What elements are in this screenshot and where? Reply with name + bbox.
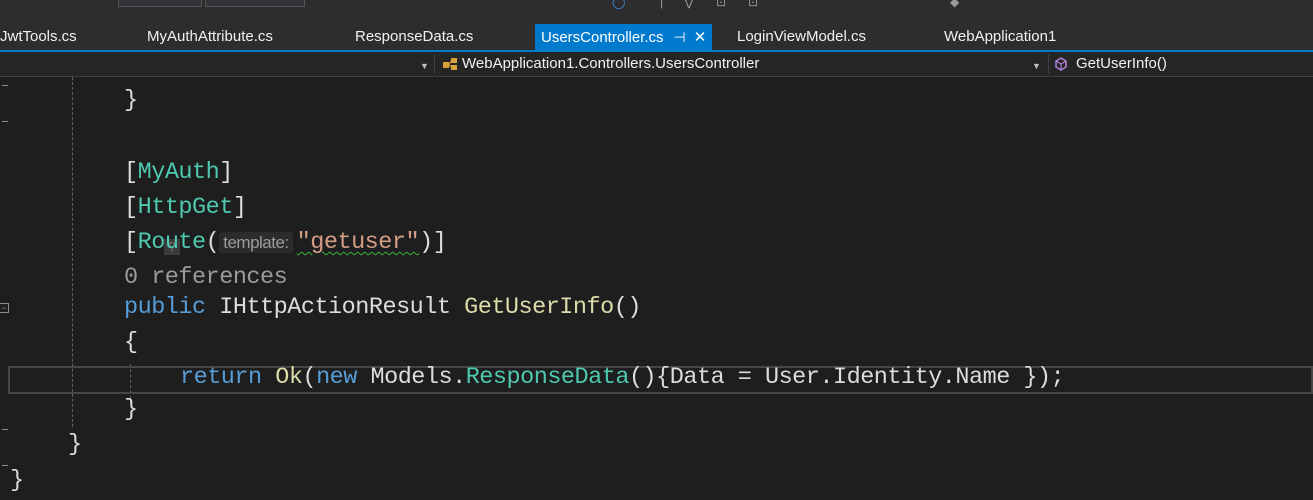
codelens-references[interactable]: 0 references xyxy=(124,264,288,291)
member-text: GetUserInfo() xyxy=(1076,55,1167,72)
navigation-bar: ▼ WebApplication1.Controllers.UsersContr… xyxy=(0,52,1313,77)
tab-label: JwtTools.cs xyxy=(0,28,77,45)
gutter-marker xyxy=(2,429,8,430)
class-icon xyxy=(443,58,457,70)
document-tab-bar: JwtTools.cs MyAuthAttribute.cs ResponseD… xyxy=(0,24,1313,50)
code-token: } xyxy=(10,467,24,494)
member-dropdown[interactable]: GetUserInfo() xyxy=(1052,54,1313,74)
code-token: ResponseData xyxy=(465,364,630,391)
code-token: {Data = User.Identity.Name }); xyxy=(656,364,1065,391)
tab-label: UsersController.cs xyxy=(541,29,664,46)
dropdown-arrow-icon: ▼ xyxy=(1032,61,1041,71)
toolbar-icon[interactable]: ⊡ xyxy=(716,0,726,8)
code-token: HttpGet xyxy=(137,194,234,221)
tab-jwttools[interactable]: JwtTools.cs xyxy=(0,24,77,50)
code-token: } xyxy=(124,87,138,114)
class-dropdown[interactable]: WebApplication1.Controllers.UsersControl… xyxy=(440,54,1049,74)
code-line-close-method: } xyxy=(124,396,138,423)
toolbar-refresh-icon[interactable]: ◯ xyxy=(612,0,625,8)
toolbar-icon[interactable]: ⊡ xyxy=(748,0,758,8)
toolbar: ◯ | ⋁ ⊡ ⊡ ◆ xyxy=(0,0,1313,24)
project-dropdown[interactable]: ▼ xyxy=(0,54,435,74)
pin-icon[interactable]: ⊣ xyxy=(674,24,686,50)
gutter-marker xyxy=(2,465,8,466)
tab-label: WebApplication1 xyxy=(944,28,1057,45)
gutter-marker xyxy=(2,85,8,86)
tab-label: LoginViewModel.cs xyxy=(737,28,866,45)
code-token: new xyxy=(316,364,357,391)
references-text: 0 references xyxy=(124,264,288,291)
toolbar-dropdown[interactable] xyxy=(118,0,202,7)
tab-myauthattribute[interactable]: MyAuthAttribute.cs xyxy=(147,24,273,50)
toolbar-icon[interactable]: | xyxy=(660,0,663,8)
tab-loginviewmodel[interactable]: LoginViewModel.cs xyxy=(737,24,866,50)
tab-label: ResponseData.cs xyxy=(355,28,474,45)
code-line-attr-myauth: [MyAuth] xyxy=(124,159,233,186)
code-token: Route xyxy=(137,229,207,256)
tab-responsedata[interactable]: ResponseData.cs xyxy=(355,24,473,50)
toolbar-dropdown[interactable] xyxy=(205,0,305,7)
code-token: } xyxy=(124,396,138,423)
code-line-attr-httpget: [HttpGet] xyxy=(124,194,247,221)
code-token: Ok xyxy=(275,364,303,391)
code-line-return: return Ok(new Models.ResponseData(){Data… xyxy=(180,364,1065,391)
fold-icon[interactable]: − xyxy=(0,303,9,313)
tab-label: MyAuthAttribute.cs xyxy=(147,28,273,45)
code-editor[interactable]: − } [MyAuth] [HttpGet] ⚲ [Route(template… xyxy=(0,77,1313,500)
gutter-marker xyxy=(2,121,8,122)
code-token: GetUserInfo xyxy=(464,294,614,321)
code-line-open-brace: { xyxy=(124,329,138,356)
code-line-attr-route: [Route(template: "getuser")] xyxy=(124,229,447,256)
code-token: public xyxy=(124,294,206,321)
code-line-method-signature: public IHttpActionResult GetUserInfo() xyxy=(124,294,641,321)
code-line-brace: } xyxy=(124,87,138,114)
close-icon[interactable]: ✕ xyxy=(694,25,707,51)
code-token: return xyxy=(180,364,262,391)
toolbar-icon[interactable]: ⋁ xyxy=(684,0,694,8)
code-line-close-namespace: } xyxy=(10,467,24,494)
code-token: IHttpActionResult xyxy=(219,294,451,321)
code-token: } xyxy=(68,431,82,458)
toolbar-icon[interactable]: ◆ xyxy=(950,0,959,8)
code-token: "getuser" xyxy=(296,229,420,256)
tab-webapplication1[interactable]: WebApplication1 xyxy=(944,24,1056,50)
method-icon xyxy=(1055,57,1067,71)
code-token: { xyxy=(124,329,138,356)
parameter-hint: template: xyxy=(219,232,293,253)
code-line-close-class: } xyxy=(68,431,82,458)
code-token: MyAuth xyxy=(137,159,220,186)
dropdown-arrow-icon: ▼ xyxy=(420,61,429,71)
code-token: Models. xyxy=(370,364,466,391)
tab-userscontroller[interactable]: UsersController.cs ⊣ ✕ xyxy=(535,24,713,51)
class-path-text: WebApplication1.Controllers.UsersControl… xyxy=(462,55,760,72)
